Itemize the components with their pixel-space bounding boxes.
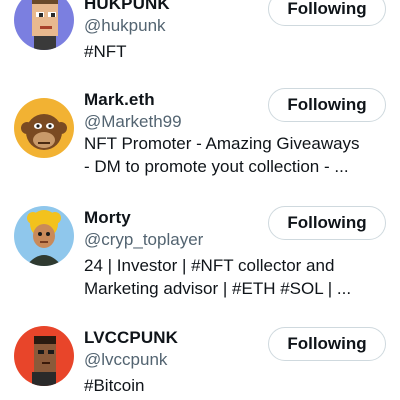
bio-line: #NFT [84, 42, 127, 61]
user-bio: #Bitcoin [84, 374, 390, 397]
user-row-lvccpunk[interactable]: LVCCPUNK @lvccpunk #Bitcoin Following [0, 324, 400, 400]
user-name[interactable]: HUKPUNK [84, 0, 170, 14]
following-button[interactable]: Following [268, 0, 386, 26]
following-button[interactable]: Following [268, 88, 386, 122]
following-button[interactable]: Following [268, 206, 386, 240]
bio-line: NFT Promoter - Amazing Giveaways [84, 134, 360, 153]
user-name[interactable]: Mark.eth [84, 90, 155, 110]
pixel-punk-avatar-icon[interactable] [14, 0, 74, 50]
bio-line: - DM to promote yout collection - ... [84, 157, 349, 176]
user-name[interactable]: Morty [84, 208, 131, 228]
user-handle[interactable]: @cryp_toplayer [84, 230, 203, 250]
user-handle[interactable]: @lvccpunk [84, 350, 167, 370]
user-name[interactable]: LVCCPUNK [84, 328, 178, 348]
user-row-hukpunk[interactable]: HUKPUNK @hukpunk #NFT Following [0, 0, 400, 80]
user-handle[interactable]: @Marketh99 [84, 112, 182, 132]
ape-avatar-icon[interactable] [14, 98, 74, 158]
bio-line: #Bitcoin [84, 376, 145, 395]
user-row-mark-eth[interactable]: Mark.eth @Marketh99 NFT Promoter - Amazi… [0, 88, 400, 198]
user-bio: 24 | Investor | #NFT collector and Marke… [84, 254, 390, 300]
user-bio: #NFT [84, 40, 390, 63]
following-list: HUKPUNK @hukpunk #NFT Following Mark.eth… [0, 0, 400, 400]
cartoon-character-avatar-icon[interactable] [14, 206, 74, 266]
following-button[interactable]: Following [268, 327, 386, 361]
bio-line: Marketing advisor | #ETH #SOL | ... [84, 279, 352, 298]
pixel-punk-avatar-icon[interactable] [14, 326, 74, 386]
user-row-morty[interactable]: Morty @cryp_toplayer 24 | Investor | #NF… [0, 206, 400, 316]
user-handle[interactable]: @hukpunk [84, 16, 166, 36]
bio-line: 24 | Investor | #NFT collector and [84, 256, 335, 275]
user-bio: NFT Promoter - Amazing Giveaways - DM to… [84, 132, 390, 178]
